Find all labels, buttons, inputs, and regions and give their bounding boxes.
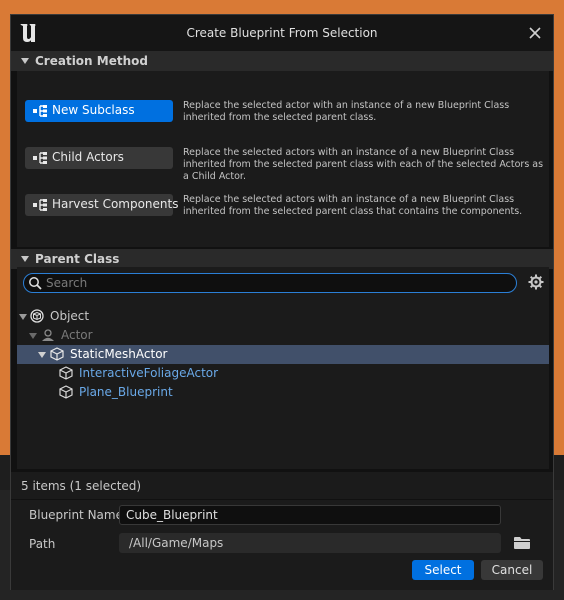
collapse-arrow-icon <box>21 256 29 262</box>
expand-arrow-icon[interactable] <box>38 352 46 358</box>
parent-class-panel: Object Actor StaticMeshActor Interactive… <box>17 267 549 469</box>
blueprint-method-icon <box>33 152 47 164</box>
search-input[interactable] <box>46 275 506 291</box>
child-actors-description: Replace the selected actors with an inst… <box>183 147 544 182</box>
tree-item-label: Object <box>50 309 90 323</box>
parent-class-header[interactable]: Parent Class <box>11 249 553 269</box>
title-bar[interactable]: Create Blueprint From Selection <box>11 15 553 51</box>
search-icon <box>29 277 42 290</box>
cancel-button[interactable]: Cancel <box>481 560 543 580</box>
static-mesh-icon <box>59 366 73 380</box>
create-blueprint-dialog: Create Blueprint From Selection Creation… <box>10 14 554 590</box>
object-icon <box>30 309 44 323</box>
new-subclass-description: Replace the selected actor with an insta… <box>183 100 510 123</box>
expand-arrow-icon[interactable] <box>19 314 27 320</box>
folder-icon[interactable] <box>514 537 530 549</box>
tree-item-actor[interactable]: Actor <box>17 326 549 345</box>
tree-item-label: Plane_Blueprint <box>79 385 173 399</box>
new-subclass-label: New Subclass <box>52 103 135 117</box>
child-actors-button[interactable]: Child Actors <box>25 147 173 169</box>
blueprint-method-icon <box>33 105 47 117</box>
collapse-arrow-icon <box>21 58 29 64</box>
harvest-components-button[interactable]: Harvest Components <box>25 194 179 216</box>
blueprint-name-field[interactable] <box>119 505 501 525</box>
blueprint-method-icon <box>33 199 47 211</box>
new-subclass-button[interactable]: New Subclass <box>25 100 173 122</box>
tree-item-label: StaticMeshActor <box>70 347 168 361</box>
creation-method-title: Creation Method <box>35 54 148 68</box>
child-actors-label: Child Actors <box>52 150 124 164</box>
blueprint-name-label: Blueprint Name <box>29 508 123 522</box>
actor-icon <box>42 329 54 341</box>
tree-item-object[interactable]: Object <box>17 307 549 326</box>
creation-method-panel: New Subclass Replace the selected actor … <box>17 71 549 247</box>
gear-icon[interactable] <box>528 274 544 290</box>
select-button[interactable]: Select <box>412 560 474 580</box>
static-mesh-icon <box>50 347 64 361</box>
creation-method-header[interactable]: Creation Method <box>11 51 553 71</box>
search-box[interactable] <box>23 273 517 293</box>
dialog-title: Create Blueprint From Selection <box>186 26 378 40</box>
harvest-components-description: Replace the selected actors with an inst… <box>183 194 523 217</box>
expand-arrow-icon[interactable] <box>29 333 37 339</box>
tree-item-label: Actor <box>61 328 93 342</box>
divider <box>11 499 553 500</box>
tree-item-label: InteractiveFoliageActor <box>79 366 219 380</box>
parent-class-title: Parent Class <box>35 252 120 266</box>
harvest-components-label: Harvest Components <box>52 197 179 211</box>
path-field[interactable]: /All/Game/Maps <box>119 533 501 553</box>
tree-item-static-mesh-actor[interactable]: StaticMeshActor <box>17 345 549 364</box>
static-mesh-icon <box>59 385 73 399</box>
path-label: Path <box>29 537 56 551</box>
item-count: 5 items (1 selected) <box>21 479 142 493</box>
tree-item-plane-blueprint[interactable]: Plane_Blueprint <box>17 383 549 402</box>
tree-item-interactive-foliage-actor[interactable]: InteractiveFoliageActor <box>17 364 549 383</box>
close-icon[interactable] <box>525 23 545 43</box>
